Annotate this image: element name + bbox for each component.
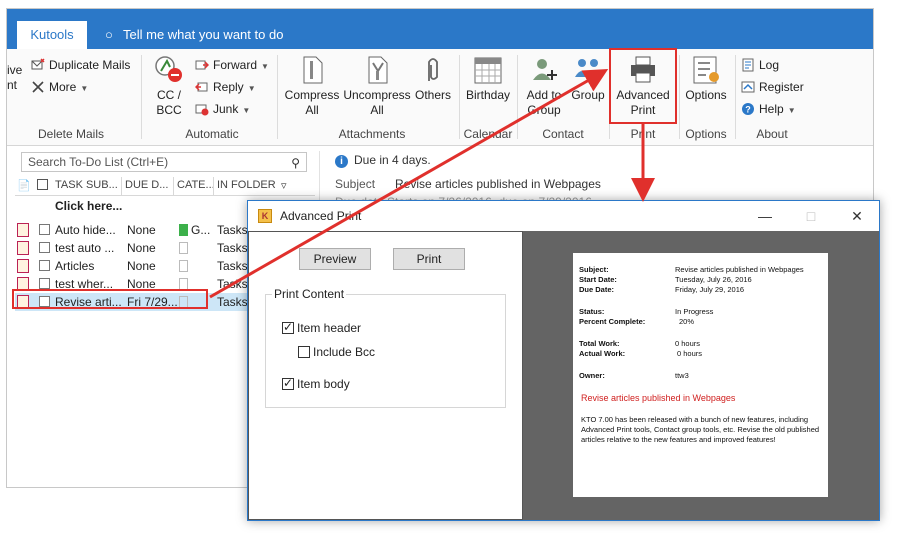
annotation-arrows (209, 69, 655, 299)
arrow-task-to-print (209, 69, 609, 299)
